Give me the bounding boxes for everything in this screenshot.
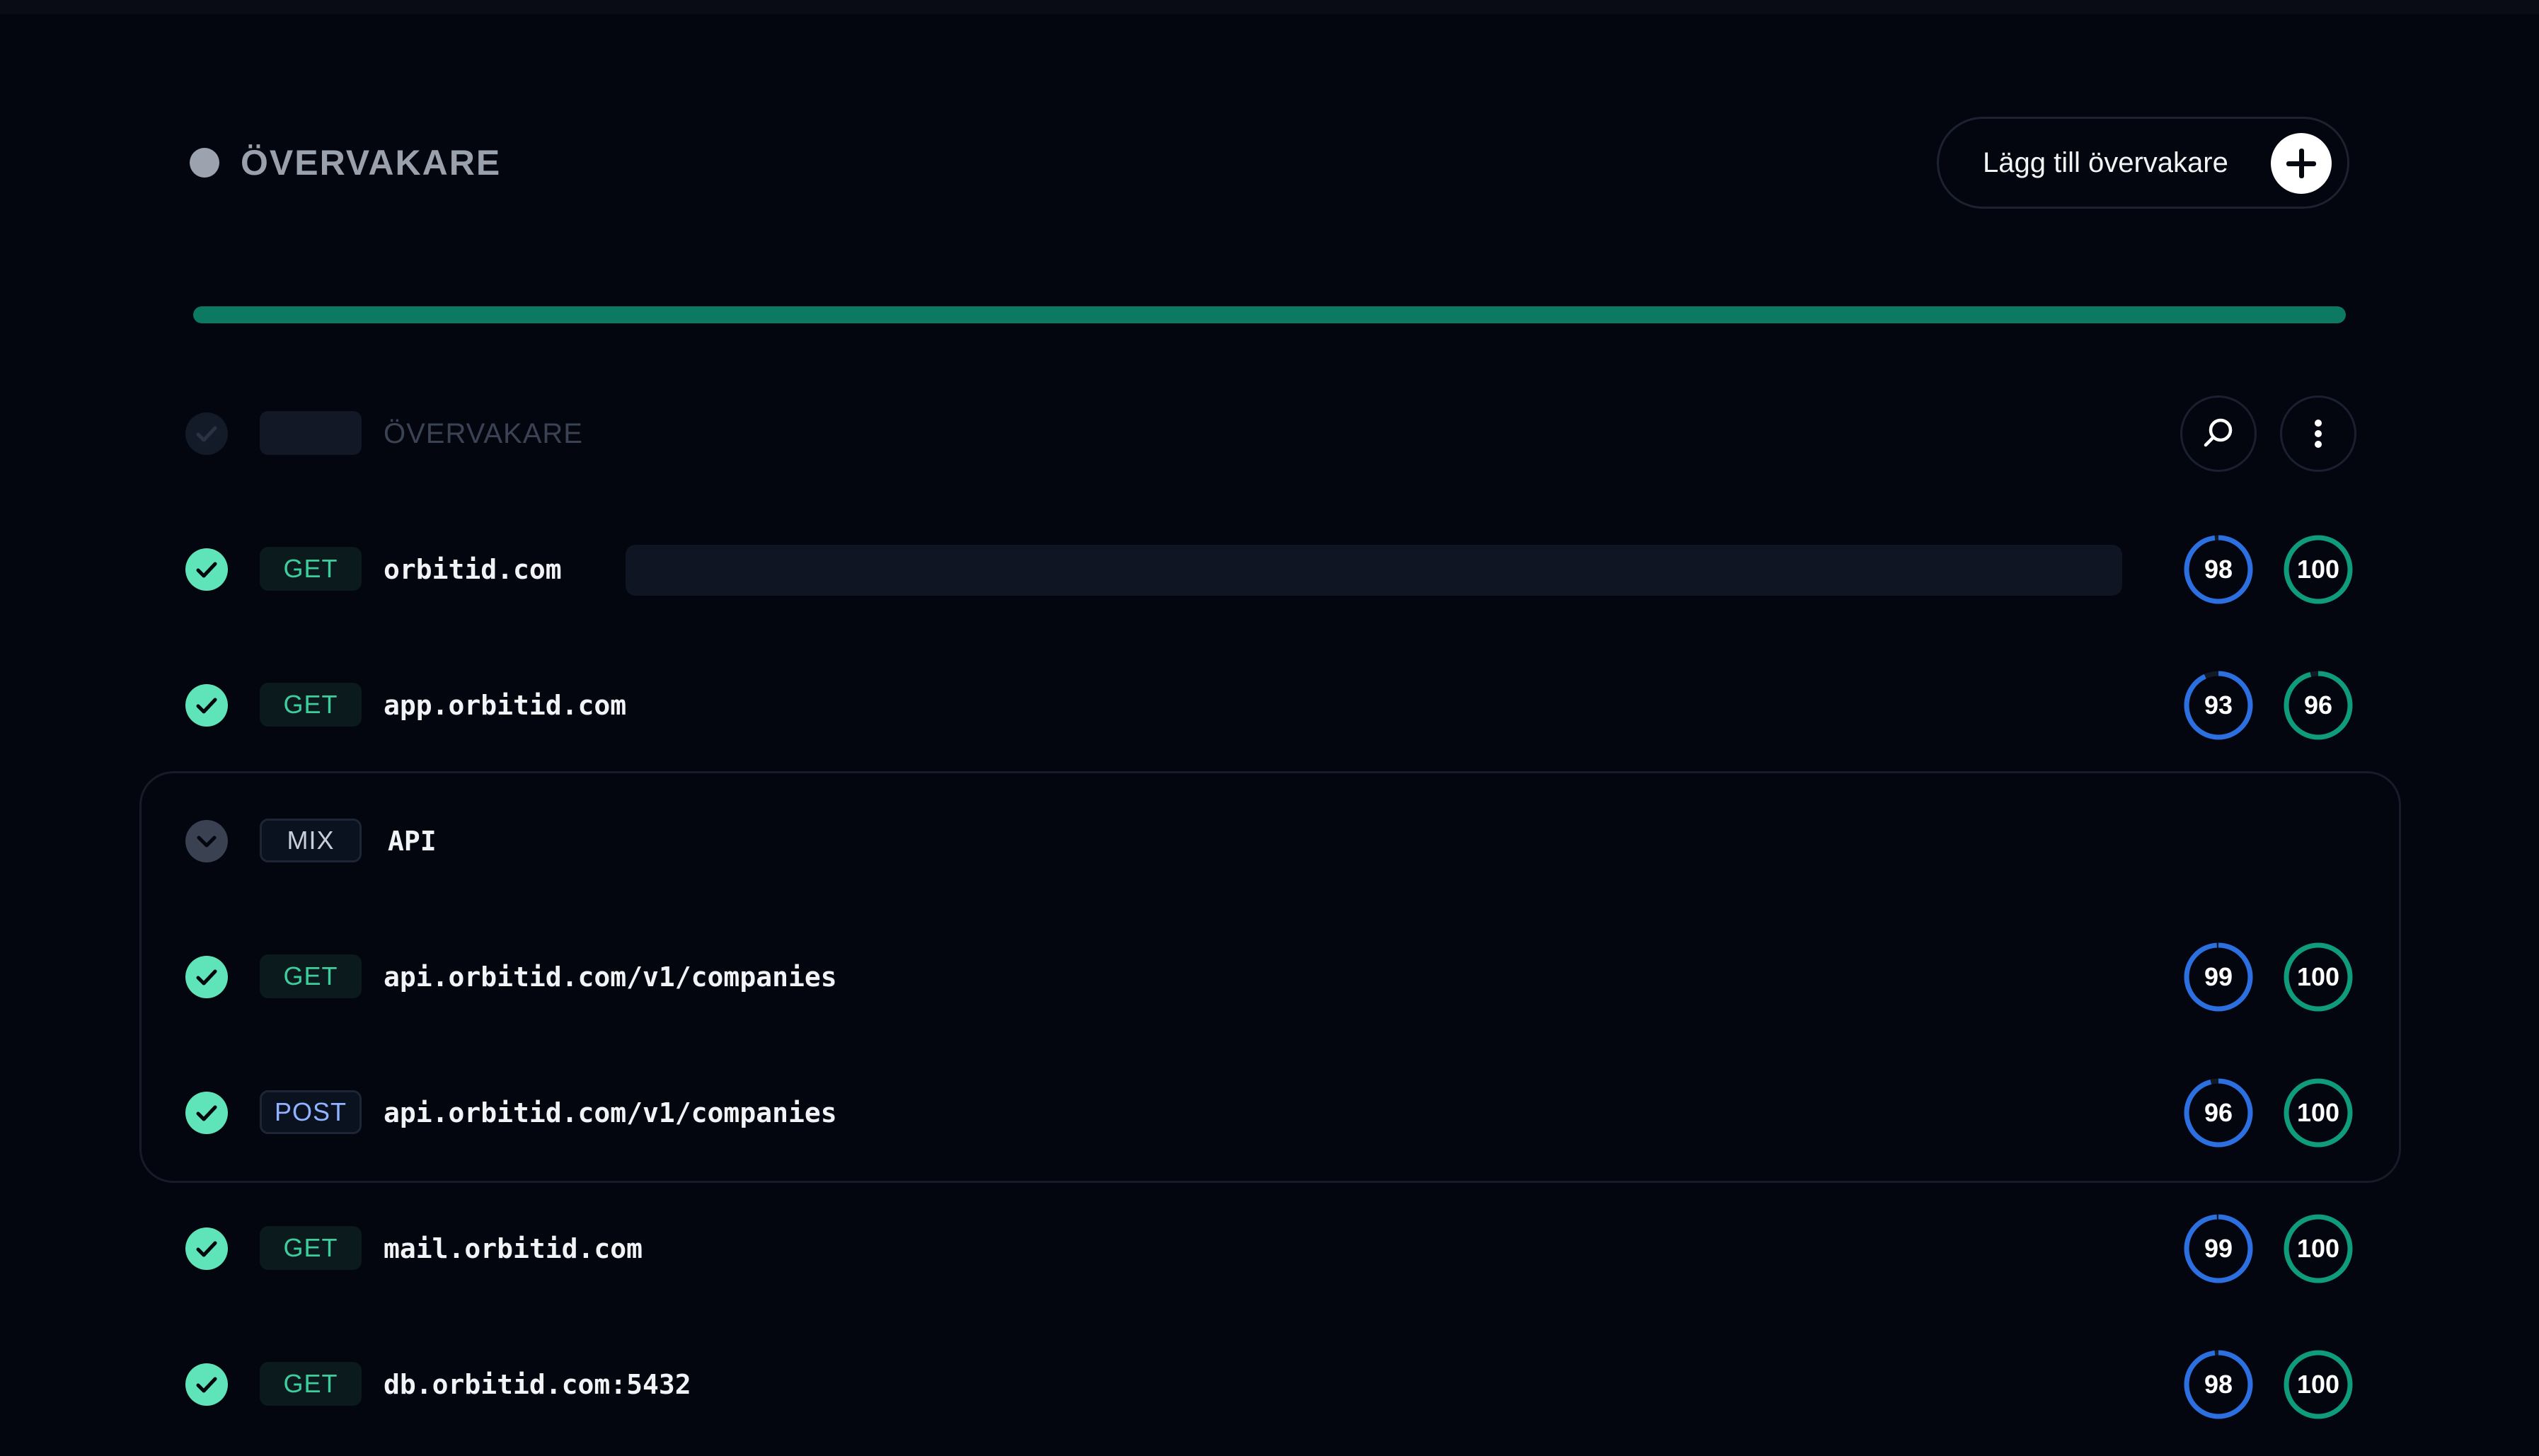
monitor-url[interactable]: api.orbitid.com/v1/companies — [384, 1092, 837, 1134]
more-options-button[interactable] — [2280, 395, 2356, 472]
score-value: 93 — [2204, 691, 2233, 720]
score-value: 98 — [2204, 555, 2233, 584]
method-badge: GET — [260, 1226, 362, 1270]
health-score-ring[interactable]: 100 — [2281, 1075, 2356, 1150]
monitor-url[interactable]: api.orbitid.com/v1/companies — [384, 956, 837, 998]
add-monitor-label: Lägg till övervakare — [1983, 146, 2228, 178]
monitors-page: ÖVERVAKARE Lägg till övervakare ÖVERVAKA… — [0, 0, 2539, 1456]
monitor-url[interactable]: orbitid.com — [384, 548, 562, 591]
health-score-ring[interactable]: 100 — [2281, 1211, 2356, 1286]
check-icon — [196, 969, 217, 986]
check-icon — [196, 1241, 217, 1257]
health-score-ring[interactable]: 100 — [2281, 532, 2356, 607]
uptime-score-ring[interactable]: 98 — [2181, 1347, 2256, 1422]
monitor-row[interactable]: GET api.orbitid.com/v1/companies 99 100 — [185, 935, 2365, 1019]
loading-placeholder — [626, 545, 2122, 596]
method-badge: GET — [260, 547, 362, 591]
check-icon — [196, 562, 217, 578]
uptime-score-ring[interactable]: 99 — [2181, 1211, 2256, 1286]
monitor-url[interactable]: mail.orbitid.com — [384, 1227, 643, 1270]
status-ok-icon — [185, 684, 228, 727]
status-ok-icon — [185, 548, 228, 591]
monitor-row[interactable]: GET app.orbitid.com 93 96 — [185, 663, 2365, 748]
score-value: 96 — [2303, 691, 2333, 720]
uptime-score-ring[interactable]: 99 — [2181, 940, 2256, 1015]
search-icon — [2204, 418, 2233, 447]
status-ok-icon — [185, 1363, 228, 1406]
check-icon — [196, 1105, 217, 1121]
check-icon — [196, 426, 217, 442]
monitor-url[interactable]: db.orbitid.com:5432 — [384, 1363, 691, 1406]
status-ok-icon — [185, 1092, 228, 1134]
search-button[interactable] — [2180, 395, 2257, 472]
score-value: 98 — [2204, 1370, 2233, 1399]
score-value: 99 — [2204, 1234, 2233, 1263]
progress-fill — [193, 306, 2346, 323]
health-score-ring[interactable]: 96 — [2281, 668, 2356, 743]
collapse-toggle[interactable] — [185, 820, 228, 862]
monitor-row[interactable]: GET orbitid.com 98 100 — [185, 527, 2365, 612]
score-value: 99 — [2204, 962, 2233, 991]
score-value: 100 — [2296, 1234, 2340, 1263]
list-header-row: ÖVERVAKARE — [185, 391, 2365, 476]
chevron-down-icon — [197, 836, 217, 848]
method-badge: GET — [260, 1362, 362, 1406]
plus-icon — [2271, 133, 2332, 194]
overall-progress-bar — [193, 306, 2346, 323]
uptime-score-ring[interactable]: 98 — [2181, 532, 2256, 607]
monitor-row[interactable]: POST api.orbitid.com/v1/companies 96 100 — [185, 1070, 2365, 1155]
method-badge: MIX — [260, 819, 362, 862]
status-ok-icon — [185, 1227, 228, 1270]
uptime-score-ring[interactable]: 96 — [2181, 1075, 2256, 1150]
more-vertical-icon — [2315, 420, 2322, 448]
method-badge: GET — [260, 683, 362, 727]
monitor-row[interactable]: GET mail.orbitid.com 99 100 — [185, 1206, 2365, 1291]
method-placeholder — [260, 411, 362, 455]
monitor-row[interactable]: GET db.orbitid.com:5432 98 100 — [185, 1342, 2365, 1427]
add-monitor-button[interactable]: Lägg till övervakare — [1937, 117, 2349, 209]
list-header-label: ÖVERVAKARE — [384, 418, 583, 449]
check-icon — [196, 698, 217, 714]
group-header-row[interactable]: MIX API — [185, 799, 2365, 884]
health-score-ring[interactable]: 100 — [2281, 940, 2356, 1015]
status-ok-icon — [185, 956, 228, 998]
score-value: 100 — [2296, 962, 2340, 991]
page-header: ÖVERVAKARE — [190, 124, 501, 202]
score-value: 100 — [2296, 1098, 2340, 1127]
monitor-url[interactable]: app.orbitid.com — [384, 684, 626, 727]
method-badge: GET — [260, 954, 362, 998]
group-name: API — [388, 826, 437, 857]
score-value: 96 — [2204, 1098, 2233, 1127]
method-badge: POST — [260, 1090, 362, 1134]
score-value: 100 — [2296, 1370, 2340, 1399]
status-dot-icon — [190, 148, 219, 178]
score-value: 100 — [2296, 555, 2340, 584]
select-all-checkbox[interactable] — [185, 412, 228, 455]
check-icon — [196, 1377, 217, 1393]
health-score-ring[interactable]: 100 — [2281, 1347, 2356, 1422]
uptime-score-ring[interactable]: 93 — [2181, 668, 2256, 743]
page-title: ÖVERVAKARE — [241, 143, 502, 183]
